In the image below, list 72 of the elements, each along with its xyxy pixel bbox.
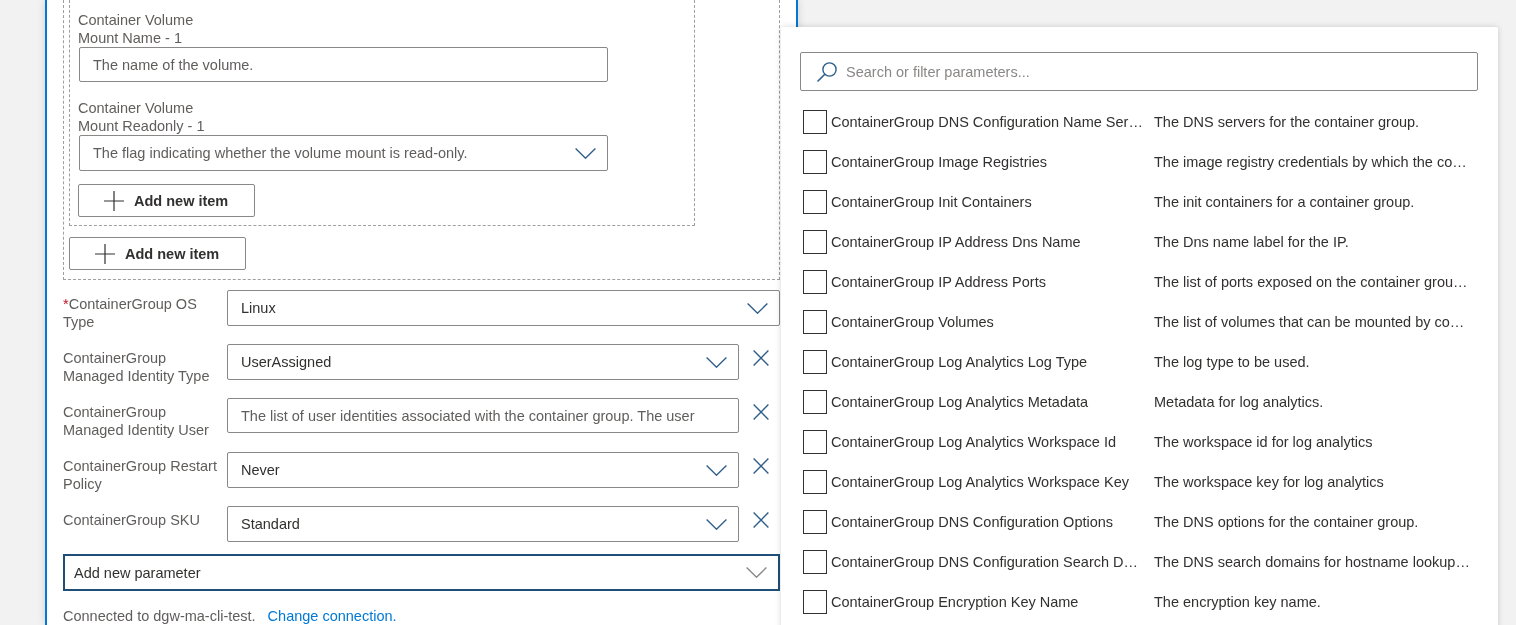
parameter-description: The workspace id for log analytics — [1154, 434, 1373, 450]
parameter-name: ContainerGroup Log Analytics Workspace Key — [831, 474, 1130, 490]
checkbox[interactable] — [803, 470, 827, 494]
parameter-label: *ContainerGroup OS Type — [63, 296, 197, 330]
parameter-description: The Dns name label for the IP. — [1154, 234, 1349, 250]
parameter-name: ContainerGroup DNS Configuration Options — [831, 514, 1115, 530]
chevron-down-icon — [706, 356, 727, 368]
parameter-description: The list of ports exposed on the container grou… — [1154, 274, 1468, 290]
parameter-name: ContainerGroup Log Analytics Log Type — [831, 354, 1089, 370]
close-icon[interactable] — [753, 512, 769, 528]
parameter-description: The DNS servers for the container group. — [1154, 114, 1420, 130]
checkbox[interactable] — [803, 230, 827, 254]
dropdown-field[interactable]: Never — [227, 452, 739, 488]
parameter-name: ContainerGroup DNS Configuration Name Ser… — [831, 114, 1144, 130]
parameter-name: ContainerGroup Volumes — [831, 314, 995, 330]
plus-icon — [95, 243, 115, 264]
parameter-name: ContainerGroup IP Address Dns Name — [831, 234, 1082, 250]
change-connection-link[interactable]: Change connection. — [267, 607, 397, 625]
close-icon[interactable] — [753, 350, 769, 366]
parameter-label: ContainerGroup Restart Policy — [63, 458, 217, 492]
text-field[interactable]: The name of the volume. — [79, 47, 608, 82]
parameter-description: The list of volumes that can be mounted by co… — [1154, 314, 1465, 330]
checkbox[interactable] — [803, 190, 827, 214]
parameter-name: ContainerGroup Log Analytics Workspace Id — [831, 434, 1118, 450]
parameter-name: ContainerGroup Encryption Key Name — [831, 594, 1080, 610]
field-label: Container Volume Mount Readonly - 1 — [78, 99, 206, 135]
chevron-down-icon — [706, 464, 727, 476]
checkbox[interactable] — [803, 550, 827, 574]
close-icon[interactable] — [753, 404, 769, 420]
add-parameter-dropdown[interactable]: Add new parameter — [63, 554, 780, 591]
checkbox[interactable] — [803, 270, 827, 294]
checkbox[interactable] — [803, 350, 827, 374]
add-item-button[interactable]: Add new item — [78, 184, 255, 217]
checkbox[interactable] — [803, 310, 827, 334]
checkbox[interactable] — [803, 430, 827, 454]
parameter-name: ContainerGroup DNS Configuration Search D… — [831, 554, 1140, 570]
connection-status: Connected to dgw-ma-cli-test. — [63, 607, 256, 625]
add-item-button[interactable]: Add new item — [69, 237, 246, 270]
chevron-down-icon — [706, 518, 727, 530]
parameter-description: The DNS options for the container group. — [1154, 514, 1419, 530]
parameter-description: The log type to be used. — [1154, 354, 1310, 370]
plus-icon — [104, 190, 124, 211]
parameter-name: ContainerGroup IP Address Ports — [831, 274, 1047, 290]
parameter-description: The image registry credentials by which the co… — [1154, 154, 1467, 170]
parameter-description: The workspace key for log analytics — [1154, 474, 1384, 490]
text-field[interactable]: The list of user identities associated with the container group. The user — [227, 398, 739, 433]
dropdown-field[interactable]: Linux — [227, 290, 780, 326]
checkbox[interactable] — [803, 390, 827, 414]
checkbox[interactable] — [803, 510, 827, 534]
checkbox[interactable] — [803, 590, 827, 614]
dropdown-field[interactable]: The flag indicating whether the volume mount is read-only. — [79, 135, 608, 171]
parameter-name: ContainerGroup Log Analytics Metadata — [831, 394, 1090, 410]
parameter-description: The encryption key name. — [1154, 594, 1321, 610]
parameter-label: ContainerGroup Managed Identity Type — [63, 350, 210, 384]
search-icon — [817, 62, 837, 82]
parameter-name: ContainerGroup Init Containers — [831, 194, 1033, 210]
chevron-down-icon — [746, 567, 767, 578]
parameter-name: ContainerGroup Image Registries — [831, 154, 1048, 170]
dropdown-field[interactable]: UserAssigned — [227, 344, 739, 380]
chevron-down-icon — [575, 147, 596, 159]
dropdown-field[interactable]: Standard — [227, 506, 739, 542]
parameter-description: The init containers for a container group. — [1154, 194, 1415, 210]
parameter-label: ContainerGroup Managed Identity User — [63, 404, 209, 438]
checkbox[interactable] — [803, 150, 827, 174]
parameter-label: ContainerGroup SKU — [63, 512, 200, 528]
search-field[interactable]: Search or filter parameters... — [800, 52, 1478, 91]
parameter-description: Metadata for log analytics. — [1154, 394, 1324, 410]
checkbox[interactable] — [803, 110, 827, 134]
close-icon[interactable] — [753, 458, 769, 474]
chevron-down-icon — [747, 302, 768, 314]
parameter-description: The DNS search domains for hostname lookup… — [1154, 554, 1470, 570]
field-label: Container Volume Mount Name - 1 — [78, 11, 195, 47]
